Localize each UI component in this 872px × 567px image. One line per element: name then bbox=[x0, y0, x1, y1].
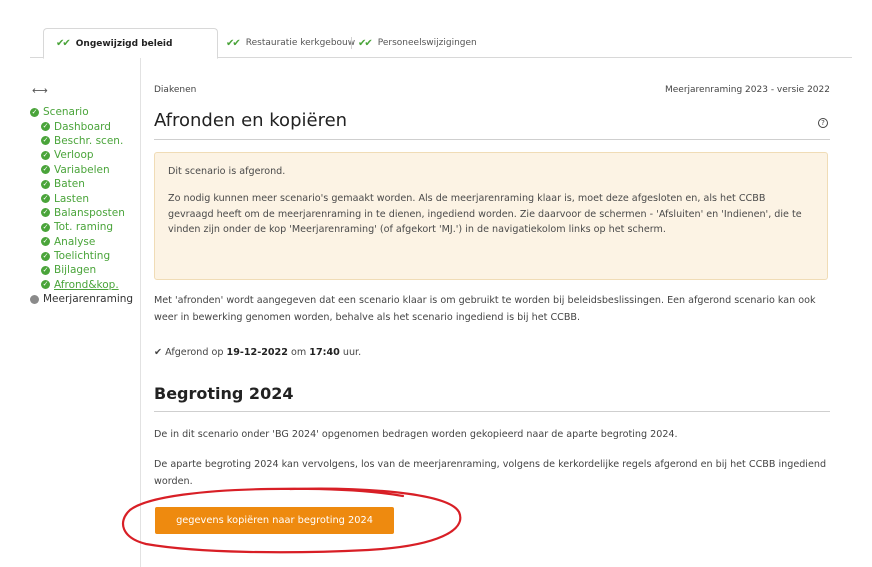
sidebar-item-beschr-scen[interactable]: ✓ Beschr. scen. bbox=[30, 134, 141, 148]
tab-divider bbox=[351, 37, 352, 49]
page-title: Afronden en kopiëren bbox=[154, 110, 348, 131]
sidebar-item-afrond-kop[interactable]: ✓ Afrond&kop. bbox=[30, 278, 141, 292]
sidebar-item-label: Scenario bbox=[43, 106, 89, 119]
sidebar-item-tot-raming[interactable]: ✓ Tot. raming bbox=[30, 220, 141, 234]
completion-status: ✔ Afgerond op 19-12-2022 om 17:40 uur. bbox=[154, 347, 361, 358]
explanation-paragraph: Met 'afronden' wordt aangegeven dat een … bbox=[154, 295, 816, 323]
page-title-bar: Afronden en kopiëren ? bbox=[154, 110, 830, 140]
sidebar-item-label: Verloop bbox=[54, 149, 94, 162]
notice-box: Dit scenario is afgerond. Zo nodig kunne… bbox=[154, 152, 828, 280]
sidebar-item-label: Meerjarenraming bbox=[43, 293, 134, 306]
annotation-circle bbox=[121, 487, 462, 554]
sidebar-item-verloop[interactable]: ✓ Verloop bbox=[30, 148, 141, 162]
check-circle-icon: ✓ bbox=[41, 165, 50, 175]
tab-ongewijzigd-beleid[interactable]: ✔✔ Ongewijzigd beleid bbox=[43, 28, 218, 59]
sidebar-item-label: Baten bbox=[54, 178, 85, 191]
completion-suffix: uur. bbox=[342, 347, 362, 358]
check-circle-icon: ✓ bbox=[41, 222, 50, 232]
check-circle-icon: ✓ bbox=[41, 208, 50, 218]
header-row: Diakenen Meerjarenraming 2023 - versie 2… bbox=[154, 85, 830, 95]
scenario-tabbar: ✔✔ Ongewijzigd beleid ✔✔ Restauratie ker… bbox=[30, 28, 852, 59]
sidebar-item-balansposten[interactable]: ✓ Balansposten bbox=[30, 206, 141, 220]
sidebar-item-variabelen[interactable]: ✓ Variabelen bbox=[30, 163, 141, 177]
sidebar-item-analyse[interactable]: ✓ Analyse bbox=[30, 235, 141, 249]
sidebar-item-label: Toelichting bbox=[54, 250, 111, 263]
check-circle-icon: ✓ bbox=[30, 107, 39, 117]
sidebar-item-toelichting[interactable]: ✓ Toelichting bbox=[30, 249, 141, 263]
sidebar-item-meerjarenraming[interactable]: • Meerjarenraming bbox=[30, 292, 141, 306]
sidebar-item-label: Analyse bbox=[54, 235, 96, 248]
check-circle-icon: ✓ bbox=[41, 194, 50, 204]
sidebar-item-label: Balansposten bbox=[54, 206, 125, 219]
tab-label: Personeelswijzigingen bbox=[377, 38, 477, 48]
check-circle-icon: ✓ bbox=[41, 150, 50, 160]
tab-restauratie-kerkgebouw[interactable]: ✔✔ Restauratie kerkgebouw bbox=[226, 28, 355, 58]
budget-paragraph-2: De aparte begroting 2024 kan vervolgens,… bbox=[154, 459, 827, 487]
sidebar-item-label: Beschr. scen. bbox=[54, 134, 124, 147]
sidebar-item-label: Lasten bbox=[54, 192, 89, 205]
double-check-icon: ✔✔ bbox=[56, 38, 71, 49]
sidebar-item-bijlagen[interactable]: ✓ Bijlagen bbox=[30, 263, 141, 277]
tab-personeelswijzigingen[interactable]: ✔✔ Personeelswijzigingen bbox=[358, 28, 477, 58]
double-check-icon: ✔✔ bbox=[358, 37, 373, 49]
check-circle-icon: ✓ bbox=[41, 265, 50, 275]
completion-date: 19-12-2022 bbox=[226, 347, 288, 358]
sidebar-item-label: Bijlagen bbox=[54, 264, 97, 277]
sidebar-item-label: Tot. raming bbox=[54, 221, 114, 234]
completion-time: 17:40 bbox=[309, 347, 340, 358]
sidebar-item-lasten[interactable]: ✓ Lasten bbox=[30, 191, 141, 205]
horizontal-resize-icon[interactable]: ⟷ bbox=[32, 84, 48, 97]
nav-list: ✓ Scenario ✓ Dashboard ✓ Beschr. scen. ✓ Ver… bbox=[30, 105, 141, 306]
check-circle-icon: ✓ bbox=[41, 136, 50, 146]
double-check-icon: ✔✔ bbox=[226, 37, 241, 49]
sidebar-item-baten[interactable]: ✓ Baten bbox=[30, 177, 141, 191]
completion-mid: om bbox=[290, 347, 307, 358]
completion-prefix: Afgerond op bbox=[165, 347, 224, 358]
breadcrumb: Diakenen bbox=[154, 85, 197, 95]
check-icon: ✔ bbox=[154, 347, 163, 358]
check-circle-icon: ✓ bbox=[41, 280, 50, 290]
check-circle-icon: ✓ bbox=[41, 237, 50, 247]
status-dot-icon: • bbox=[30, 294, 39, 304]
sidebar-item-label: Variabelen bbox=[54, 163, 110, 176]
sidebar-item-label: Dashboard bbox=[54, 120, 111, 133]
section-title: Begroting 2024 bbox=[154, 384, 830, 412]
question-circle-icon[interactable]: ? bbox=[818, 118, 828, 128]
sidebar-item-scenario[interactable]: ✓ Scenario bbox=[30, 105, 141, 119]
notice-line-2: Zo nodig kunnen meer scenario's gemaakt … bbox=[168, 192, 802, 236]
sidebar-item-dashboard[interactable]: ✓ Dashboard bbox=[30, 119, 141, 133]
tab-label: Restauratie kerkgebouw bbox=[245, 38, 356, 48]
notice-line-1: Dit scenario is afgerond. bbox=[168, 166, 286, 177]
check-circle-icon: ✓ bbox=[41, 122, 50, 132]
check-circle-icon: ✓ bbox=[41, 179, 50, 189]
check-circle-icon: ✓ bbox=[41, 251, 50, 261]
budget-paragraph-1: De in dit scenario onder 'BG 2024' opgen… bbox=[154, 429, 678, 440]
tab-label: Ongewijzigd beleid bbox=[75, 38, 173, 49]
sidebar-item-label: Afrond&kop. bbox=[54, 278, 119, 291]
version-label: Meerjarenraming 2023 - versie 2022 bbox=[665, 85, 830, 95]
